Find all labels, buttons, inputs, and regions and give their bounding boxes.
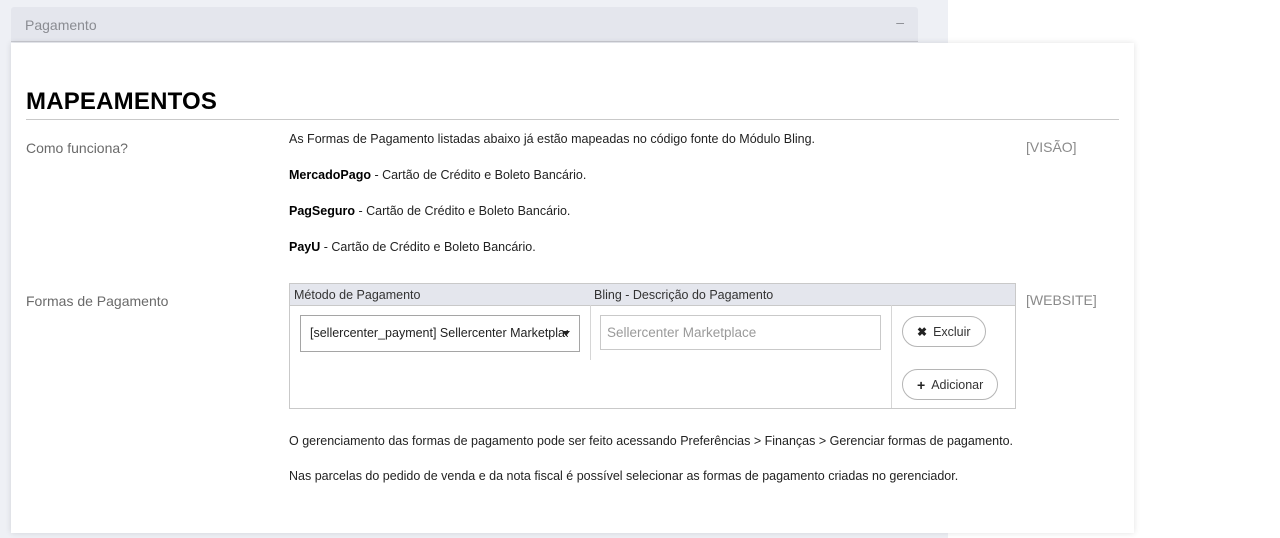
payment-method-value: [sellercenter_payment] Sellercenter Mark… [310, 326, 568, 340]
how-it-works-label: Como funciona? [26, 140, 128, 156]
add-button-label: Adicionar [931, 377, 984, 392]
gateway-desc: - Cartão de Crédito e Boleto Bancário. [355, 204, 571, 218]
note-text: Nas parcelas do pedido de venda e da not… [289, 469, 959, 483]
intro-text: As Formas de Pagamento listadas abaixo j… [289, 132, 816, 146]
gateway-item: MercadoPago - Cartão de Crédito e Boleto… [289, 168, 586, 182]
section-header-pagamento[interactable]: Pagamento – [11, 7, 918, 42]
delete-button-label: Excluir [933, 324, 971, 339]
gateway-item: PayU - Cartão de Crédito e Boleto Bancár… [289, 240, 536, 254]
column-header-method: Método de Pagamento [294, 288, 421, 302]
payment-methods-label: Formas de Pagamento [26, 293, 169, 309]
cell-divider [590, 305, 591, 360]
gateway-desc: - Cartão de Crédito e Boleto Bancário. [370, 168, 587, 182]
gateway-name: PayU [289, 240, 321, 254]
page-title: MAPEAMENTOS [26, 88, 218, 115]
collapse-icon[interactable]: – [896, 14, 904, 30]
payment-mapping-table: Método de Pagamento Bling - Descrição do… [289, 283, 1016, 409]
gateway-name: MercadoPago [289, 168, 371, 182]
divider [26, 119, 1119, 120]
gateway-item: PagSeguro - Cartão de Crédito e Boleto B… [289, 204, 570, 218]
payment-method-select[interactable]: [sellercenter_payment] Sellercenter Mark… [300, 315, 580, 352]
section-title: Pagamento [25, 17, 97, 33]
column-header-description: Bling - Descrição do Pagamento [594, 288, 774, 302]
scope-badge-website: [WEBSITE] [1026, 292, 1097, 308]
gateway-desc: - Cartão de Crédito e Boleto Bancário. [320, 240, 536, 254]
delete-button[interactable]: ✖ Excluir [902, 316, 986, 347]
gateway-name: PagSeguro [289, 204, 355, 218]
note-text: O gerenciamento das formas de pagamento … [289, 434, 1014, 448]
add-button[interactable]: + Adicionar [902, 369, 999, 400]
chevron-down-icon [562, 331, 570, 336]
mapping-panel: MAPEAMENTOS Como funciona? [VISÃO] As Fo… [11, 43, 1134, 533]
cell-divider [891, 305, 892, 408]
plus-icon: + [917, 376, 926, 393]
scope-badge-view: [VISÃO] [1026, 139, 1077, 155]
close-icon: ✖ [917, 324, 928, 339]
table-header: Método de Pagamento Bling - Descrição do… [290, 284, 1015, 306]
payment-description-input[interactable] [600, 315, 881, 350]
